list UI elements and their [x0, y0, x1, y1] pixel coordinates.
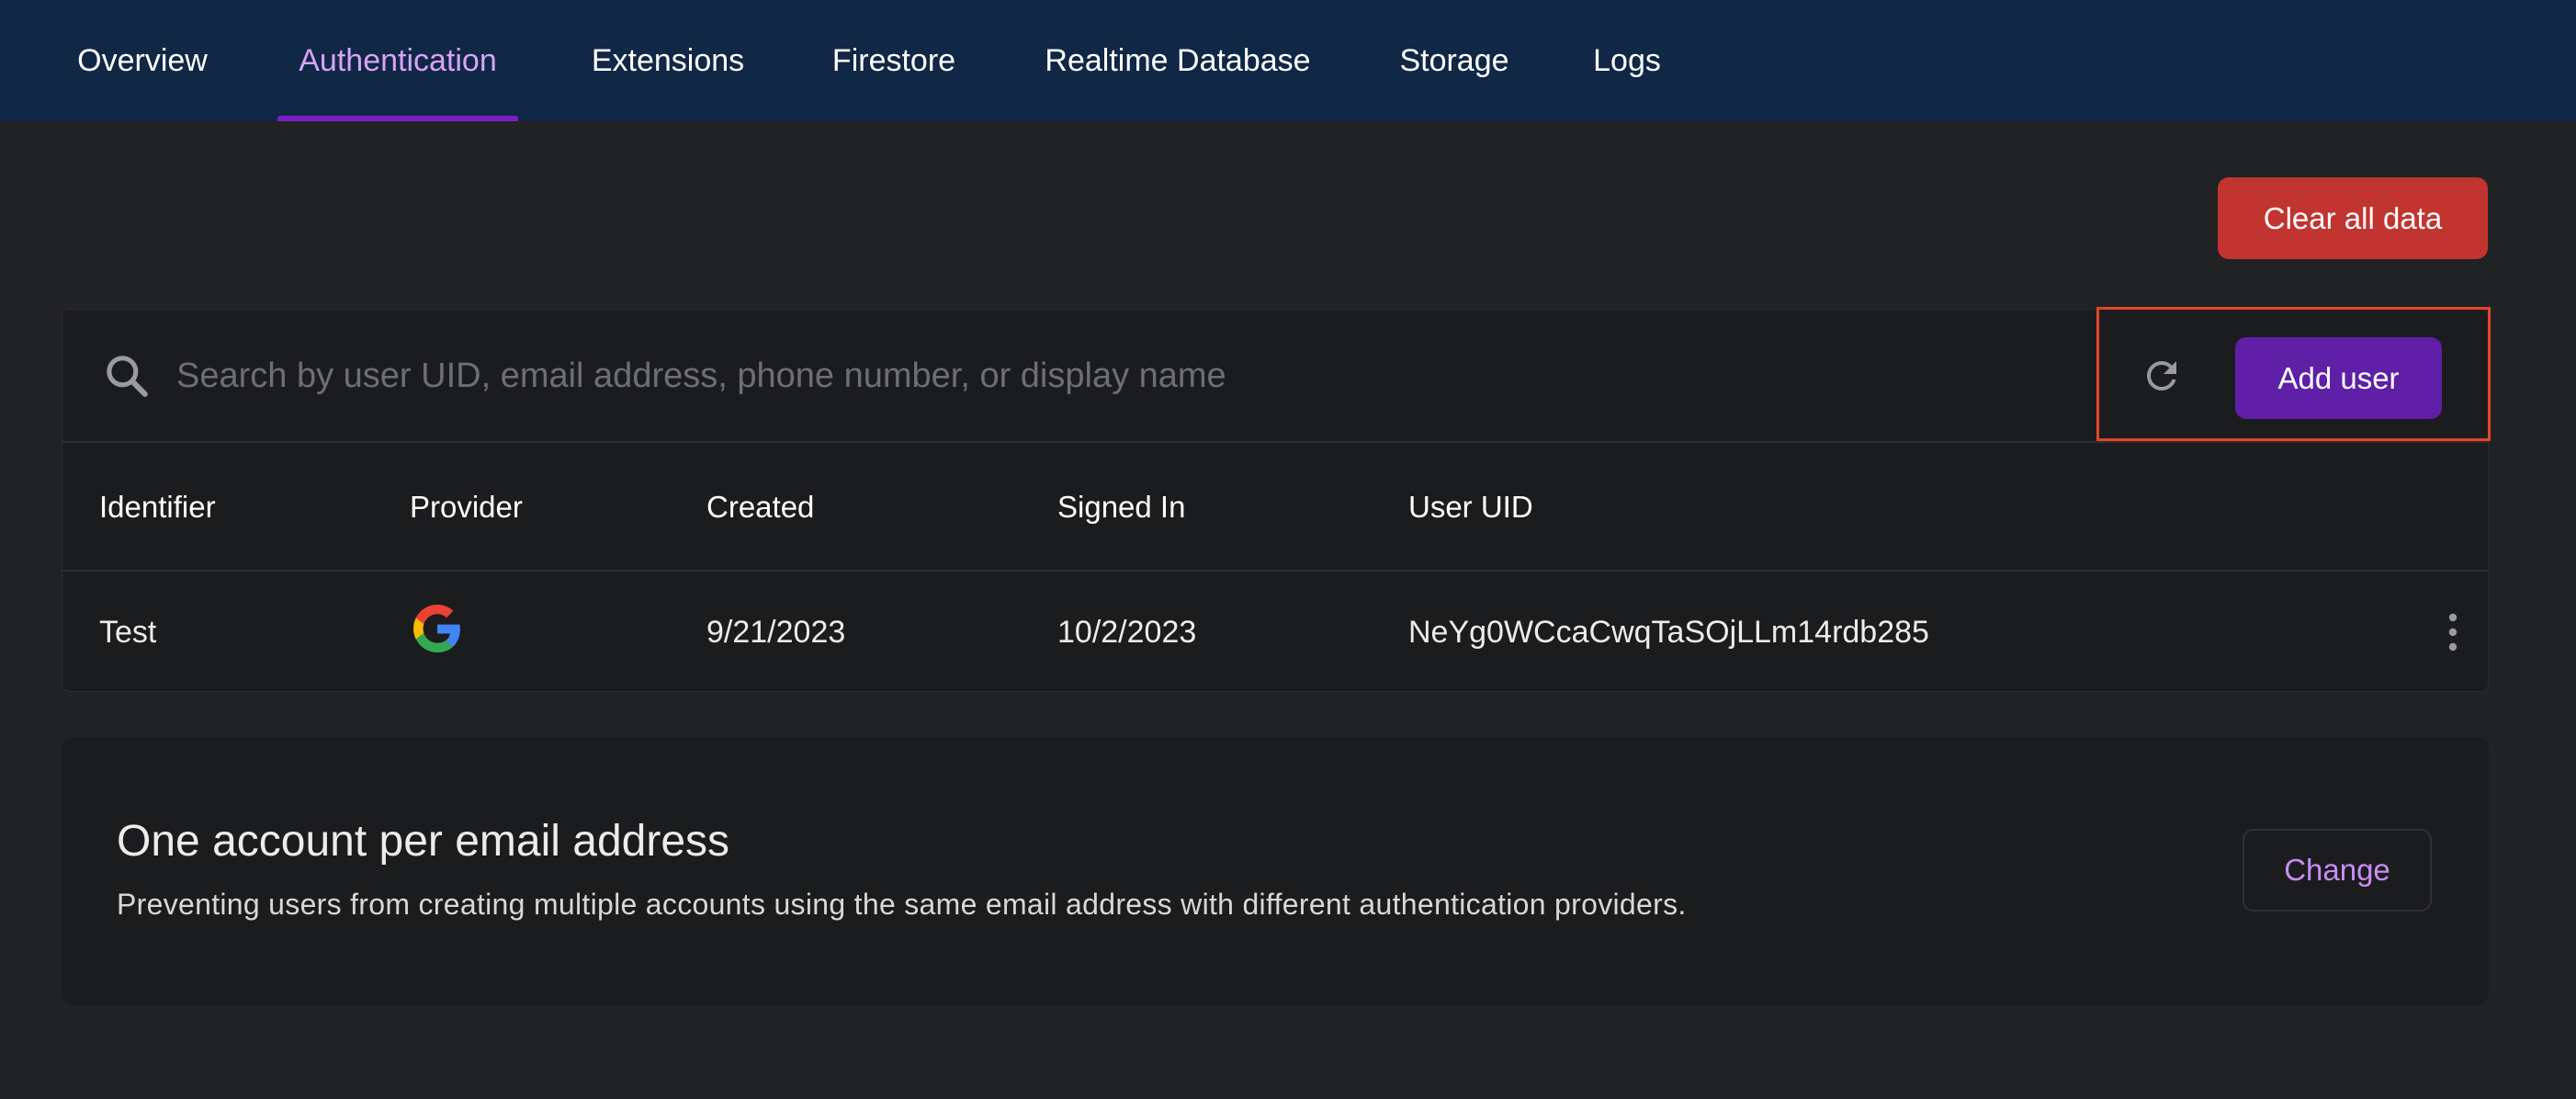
- google-icon: [413, 604, 461, 661]
- column-header-user-uid[interactable]: User UID: [1408, 443, 1533, 572]
- users-card: Identifier Provider Created Signed In Us…: [62, 309, 2489, 692]
- tab-realtime-database[interactable]: Realtime Database: [1037, 0, 1318, 121]
- column-header-provider[interactable]: Provider: [410, 443, 523, 572]
- search-icon: [101, 350, 153, 402]
- cell-identifier: Test: [99, 614, 157, 650]
- table-header: Identifier Provider Created Signed In Us…: [62, 443, 2488, 572]
- tab-authentication[interactable]: Authentication: [277, 0, 518, 121]
- top-nav: Overview Authentication Extensions Fires…: [0, 0, 2576, 121]
- column-header-signed-in[interactable]: Signed In: [1057, 443, 1185, 572]
- table-row[interactable]: Test 9/21/2023 10/2/2023 NeYg0WCcaCwqTaS…: [62, 573, 2488, 691]
- tab-firestore[interactable]: Firestore: [827, 0, 961, 121]
- email-policy-card: One account per email address Preventing…: [62, 737, 2489, 1005]
- policy-description: Preventing users from creating multiple …: [117, 888, 1687, 921]
- policy-title: One account per email address: [117, 817, 730, 866]
- refresh-icon[interactable]: [2133, 347, 2190, 404]
- search-input[interactable]: [176, 346, 1922, 405]
- column-header-identifier[interactable]: Identifier: [99, 443, 216, 572]
- cell-created: 9/21/2023: [706, 614, 846, 650]
- change-button[interactable]: Change: [2243, 829, 2432, 912]
- clear-all-data-button[interactable]: Clear all data: [2218, 177, 2488, 259]
- cell-user-uid: NeYg0WCcaCwqTaSOjLLm14rdb285: [1408, 614, 1929, 650]
- search-bar: [62, 310, 2488, 443]
- add-user-button[interactable]: Add user: [2235, 337, 2442, 419]
- tab-extensions[interactable]: Extensions: [585, 0, 751, 121]
- tab-logs[interactable]: Logs: [1590, 0, 1664, 121]
- cell-provider: [413, 573, 461, 691]
- cell-signed-in: 10/2/2023: [1057, 614, 1197, 650]
- row-menu-icon[interactable]: [2433, 605, 2473, 660]
- tab-overview[interactable]: Overview: [73, 0, 211, 121]
- tab-storage[interactable]: Storage: [1396, 0, 1512, 121]
- column-header-created[interactable]: Created: [706, 443, 814, 572]
